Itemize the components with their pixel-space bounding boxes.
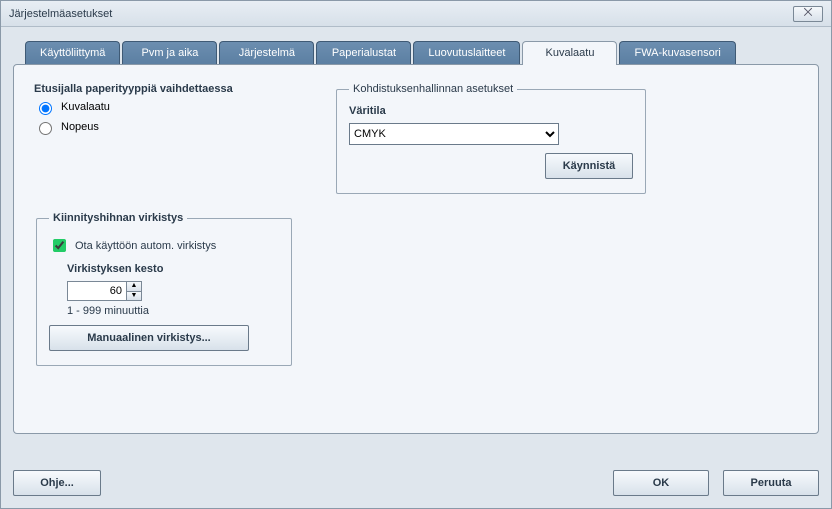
color-mode-label: Väritila [349,105,633,117]
registration-group-wrap: Kohdistuksenhallinnan asetukset Väritila… [334,83,798,194]
close-icon: ⨉ [804,7,813,20]
belt-duration-stepper[interactable]: ▲ ▼ [67,281,279,301]
help-button[interactable]: Ohje... [13,470,101,496]
auto-refresh-label: Ota käyttöön autom. virkistys [75,240,216,252]
color-mode-select[interactable]: CMYK [349,123,559,145]
tab-fwa-sensor[interactable]: FWA-kuvasensori [619,41,735,65]
tab-output[interactable]: Luovutuslaitteet [413,41,520,65]
priority-group: Etusijalla paperityyppiä vaihdettaessa K… [34,83,294,139]
radio-speed-row[interactable]: Nopeus [34,119,294,135]
help-label: Ohje... [40,477,74,489]
auto-refresh-checkbox[interactable] [53,239,66,252]
cancel-button[interactable]: Peruuta [723,470,819,496]
tab-strip: Käyttöliittymä Pvm ja aika Järjestelmä P… [25,41,819,65]
registration-legend: Kohdistuksenhallinnan asetukset [349,83,517,95]
belt-duration-label: Virkistyksen kesto [67,263,279,275]
ok-label: OK [653,477,670,489]
window-title: Järjestelmäasetukset [9,8,793,20]
manual-refresh-label: Manuaalinen virkistys... [87,332,211,344]
belt-hint: 1 - 999 minuuttia [67,305,279,317]
tabs-wrap: Käyttöliittymä Pvm ja aika Järjestelmä P… [13,41,819,434]
radio-quality-label: Kuvalaatu [61,101,110,113]
tab-panel-image-quality: Etusijalla paperityyppiä vaihdettaessa K… [13,64,819,434]
priority-legend: Etusijalla paperityyppiä vaihdettaessa [34,83,294,95]
chevron-down-icon[interactable]: ▼ [127,291,141,300]
chevron-up-icon[interactable]: ▲ [127,282,141,291]
belt-duration-arrows[interactable]: ▲ ▼ [127,281,142,301]
manual-refresh-button[interactable]: Manuaalinen virkistys... [49,325,249,351]
registration-start-button[interactable]: Käynnistä [545,153,633,179]
tab-image-quality[interactable]: Kuvalaatu [522,41,617,65]
ok-button[interactable]: OK [613,470,709,496]
radio-speed[interactable] [39,122,52,135]
belt-legend: Kiinnityshihnan virkistys [49,212,187,224]
auto-refresh-row[interactable]: Ota käyttöön autom. virkistys [49,236,279,255]
tab-system[interactable]: Järjestelmä [219,41,314,65]
system-settings-window: Järjestelmäasetukset ⨉ Käyttöliittymä Pv… [0,0,832,509]
titlebar: Järjestelmäasetukset ⨉ [1,1,831,27]
client-area: Käyttöliittymä Pvm ja aika Järjestelmä P… [1,27,831,508]
radio-speed-label: Nopeus [61,121,99,133]
radio-quality[interactable] [39,102,52,115]
window-close-button[interactable]: ⨉ [793,6,823,22]
tab-trays[interactable]: Paperialustat [316,41,411,65]
radio-quality-row[interactable]: Kuvalaatu [34,99,294,115]
registration-group: Kohdistuksenhallinnan asetukset Väritila… [336,83,646,194]
belt-duration-input[interactable] [67,281,127,301]
belt-refresh-group: Kiinnityshihnan virkistys Ota käyttöön a… [36,212,292,366]
dialog-footer: Ohje... OK Peruuta [13,470,819,496]
top-row: Etusijalla paperityyppiä vaihdettaessa K… [34,83,798,194]
cancel-label: Peruuta [751,477,792,489]
registration-start-label: Käynnistä [563,160,616,172]
tab-datetime[interactable]: Pvm ja aika [122,41,217,65]
tab-ui[interactable]: Käyttöliittymä [25,41,120,65]
